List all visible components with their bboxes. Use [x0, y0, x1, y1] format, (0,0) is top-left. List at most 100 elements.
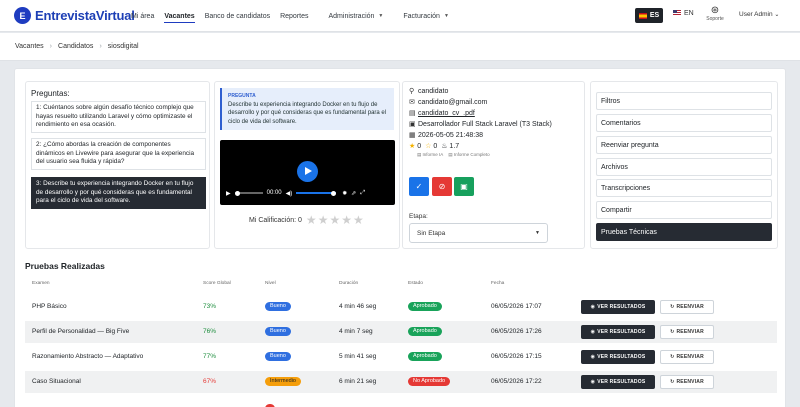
star-icon[interactable]: ★	[318, 213, 329, 227]
menu-filtros[interactable]: Filtros	[596, 92, 772, 110]
refresh-icon: ↻	[670, 354, 675, 360]
nivel-badge: Bueno	[265, 302, 291, 311]
chevron-down-icon: ▼	[443, 13, 449, 19]
current-question: PREGUNTA Describe tu experiencia integra…	[220, 88, 394, 130]
status-badge: Aprobado	[408, 302, 442, 311]
lifebuoy-icon: ⊛	[710, 5, 720, 16]
menu-pruebas-tecnicas[interactable]: Pruebas Técnicas	[596, 223, 772, 241]
star-icon: ★	[409, 143, 416, 150]
table-row: Razonamiento Abstracto — Adaptativo 77% …	[25, 346, 777, 368]
chevron-right-icon: ›	[49, 43, 53, 50]
menu-transcripciones[interactable]: Transcripciones	[596, 179, 772, 197]
menu-archivos[interactable]: Archivos	[596, 158, 772, 176]
eye-icon: ◉	[590, 304, 596, 310]
top-navbar: E EntrevistaVirtual Mi área Vacantes Ban…	[0, 0, 800, 32]
check-icon: ✓	[415, 182, 423, 191]
video-panel: PREGUNTA Describe tu experiencia integra…	[214, 81, 400, 249]
reject-button[interactable]: ⊘	[432, 177, 452, 196]
brand-icon: E	[14, 7, 31, 24]
question-item-3[interactable]: 3: Describe tu experiencia integrando Do…	[31, 177, 206, 210]
star-icon[interactable]: ★	[329, 213, 340, 227]
chevron-down-icon: ▼	[535, 230, 540, 236]
nav-administracion[interactable]: Administración ▼	[329, 0, 384, 32]
user-menu[interactable]: User Admin ⌄	[739, 11, 779, 18]
breadcrumb-vacantes[interactable]: Vacantes	[15, 43, 44, 50]
star-icon[interactable]: ★	[353, 213, 364, 227]
question-item-1[interactable]: 1: Cuéntanos sobre algún desafío técnico…	[31, 101, 206, 134]
questions-panel: Preguntas: 1: Cuéntanos sobre algún desa…	[25, 81, 210, 249]
volume-icon[interactable]: ◀)	[286, 190, 293, 197]
etapa-select[interactable]: Sin Etapa ▼	[409, 223, 548, 243]
table-row: Caso Situacional 67% Intermedio 6 min 21…	[25, 371, 777, 393]
play-icon[interactable]: ▶	[226, 190, 231, 197]
approve-button[interactable]: ✓	[409, 177, 429, 196]
brand-logo[interactable]: E EntrevistaVirtual	[14, 7, 135, 24]
tests-table-header: Examen Score Global Nivel Duración Estad…	[32, 281, 505, 286]
open-external-icon[interactable]: ⇗	[351, 190, 356, 197]
candidate-date: ▦ 2026-05-05 21:48:38	[409, 132, 483, 139]
report-links: ▤ Informe IA ▤ Informe Completo	[417, 152, 490, 158]
candidate-email: ✉ candidato@gmail.com	[409, 99, 488, 106]
nav-banco-candidatos[interactable]: Banco de candidatos	[205, 0, 270, 32]
ver-resultados-button[interactable]: ◉ VER RESULTADOS	[581, 325, 655, 339]
refresh-icon: ↻	[670, 304, 675, 310]
table-row: PHP Básico 73% Bueno 4 min 46 seg Aproba…	[25, 296, 777, 318]
play-button[interactable]	[297, 161, 318, 182]
video-player[interactable]: ▶ 00:00 ◀) ✹ ⇗ ⤢	[220, 140, 395, 205]
breadcrumb: Vacantes › Candidatos › siosdigital	[0, 33, 800, 61]
eye-icon: ◉	[590, 379, 596, 385]
informe-completo-link[interactable]: ▤ Informe Completo	[448, 152, 489, 157]
spain-flag-icon	[638, 12, 647, 19]
question-item-2[interactable]: 2: ¿Cómo abordas la creación de componen…	[31, 138, 206, 171]
us-flag-icon	[673, 10, 681, 17]
lang-es-button[interactable]: ES	[635, 8, 663, 23]
reenviar-button[interactable]: ↻ REENVIAR	[660, 300, 714, 314]
eye-icon: ◉	[590, 329, 596, 335]
status-badge: Aprobado	[408, 352, 442, 361]
main-nav: Mi área Vacantes Banco de candidatos Rep…	[131, 0, 459, 32]
video-controls: ▶ 00:00 ◀) ✹ ⇗ ⤢	[226, 188, 391, 198]
file-icon: ▤	[409, 110, 416, 117]
fullscreen-icon[interactable]: ⤢	[360, 190, 365, 197]
star-icon[interactable]: ★	[341, 213, 352, 227]
progress-slider[interactable]	[234, 190, 263, 196]
volume-slider[interactable]	[296, 190, 337, 196]
nav-facturacion[interactable]: Facturación ▼	[403, 0, 449, 32]
refresh-icon: ↻	[670, 379, 675, 385]
reenviar-button[interactable]: ↻ REENVIAR	[660, 375, 714, 389]
lang-en-button[interactable]: EN	[673, 10, 694, 17]
ver-resultados-button[interactable]: ◉ VER RESULTADOS	[581, 300, 655, 314]
nav-vacantes[interactable]: Vacantes	[164, 0, 196, 32]
star-icon[interactable]: ★	[306, 213, 317, 227]
user-icon: ⚲	[409, 88, 415, 95]
ver-resultados-button[interactable]: ◉ VER RESULTADOS	[581, 375, 655, 389]
refresh-icon: ↻	[670, 329, 675, 335]
main-card: Preguntas: 1: Cuéntanos sobre algún desa…	[14, 68, 786, 407]
settings-icon[interactable]: ✹	[342, 190, 347, 197]
ver-resultados-button[interactable]: ◉ VER RESULTADOS	[581, 350, 655, 364]
my-rating: Mi Calificación: 0 ★ ★ ★ ★ ★	[249, 213, 364, 227]
menu-reenviar-pregunta[interactable]: Reenviar pregunta	[596, 136, 772, 154]
etapa-label: Etapa:	[409, 213, 428, 220]
menu-compartir[interactable]: Compartir	[596, 201, 772, 219]
breadcrumb-candidatos[interactable]: Candidatos	[58, 43, 93, 50]
support-button[interactable]: ⊛ Soporte	[702, 5, 728, 23]
nav-mi-area[interactable]: Mi área	[131, 0, 154, 32]
status-badge: Aprobado	[408, 327, 442, 336]
candidate-cv[interactable]: ▤ candidato_cv_.pdf	[409, 109, 475, 119]
brand-name: EntrevistaVirtual	[35, 8, 135, 23]
eye-icon: ◉	[590, 354, 596, 360]
reenviar-button[interactable]: ↻ REENVIAR	[660, 325, 714, 339]
tests-title: Pruebas Realizadas	[25, 261, 105, 271]
candidate-name: ⚲ candidato	[409, 88, 449, 95]
nav-reportes[interactable]: Reportes	[280, 0, 308, 32]
chevron-right-icon: ›	[99, 43, 102, 50]
table-row	[25, 396, 777, 407]
informe-ia-link[interactable]: ▤ Informe IA	[417, 152, 443, 157]
video-time: 00:00	[266, 190, 282, 196]
side-menu-panel: Filtros Comentarios Reenviar pregunta Ar…	[590, 81, 778, 249]
reenviar-button[interactable]: ↻ REENVIAR	[660, 350, 714, 364]
hire-button[interactable]: ▣	[454, 177, 474, 196]
candidate-position: ▣ Desarrollador Full Stack Laravel (T3 St…	[409, 121, 552, 128]
menu-comentarios[interactable]: Comentarios	[596, 114, 772, 132]
